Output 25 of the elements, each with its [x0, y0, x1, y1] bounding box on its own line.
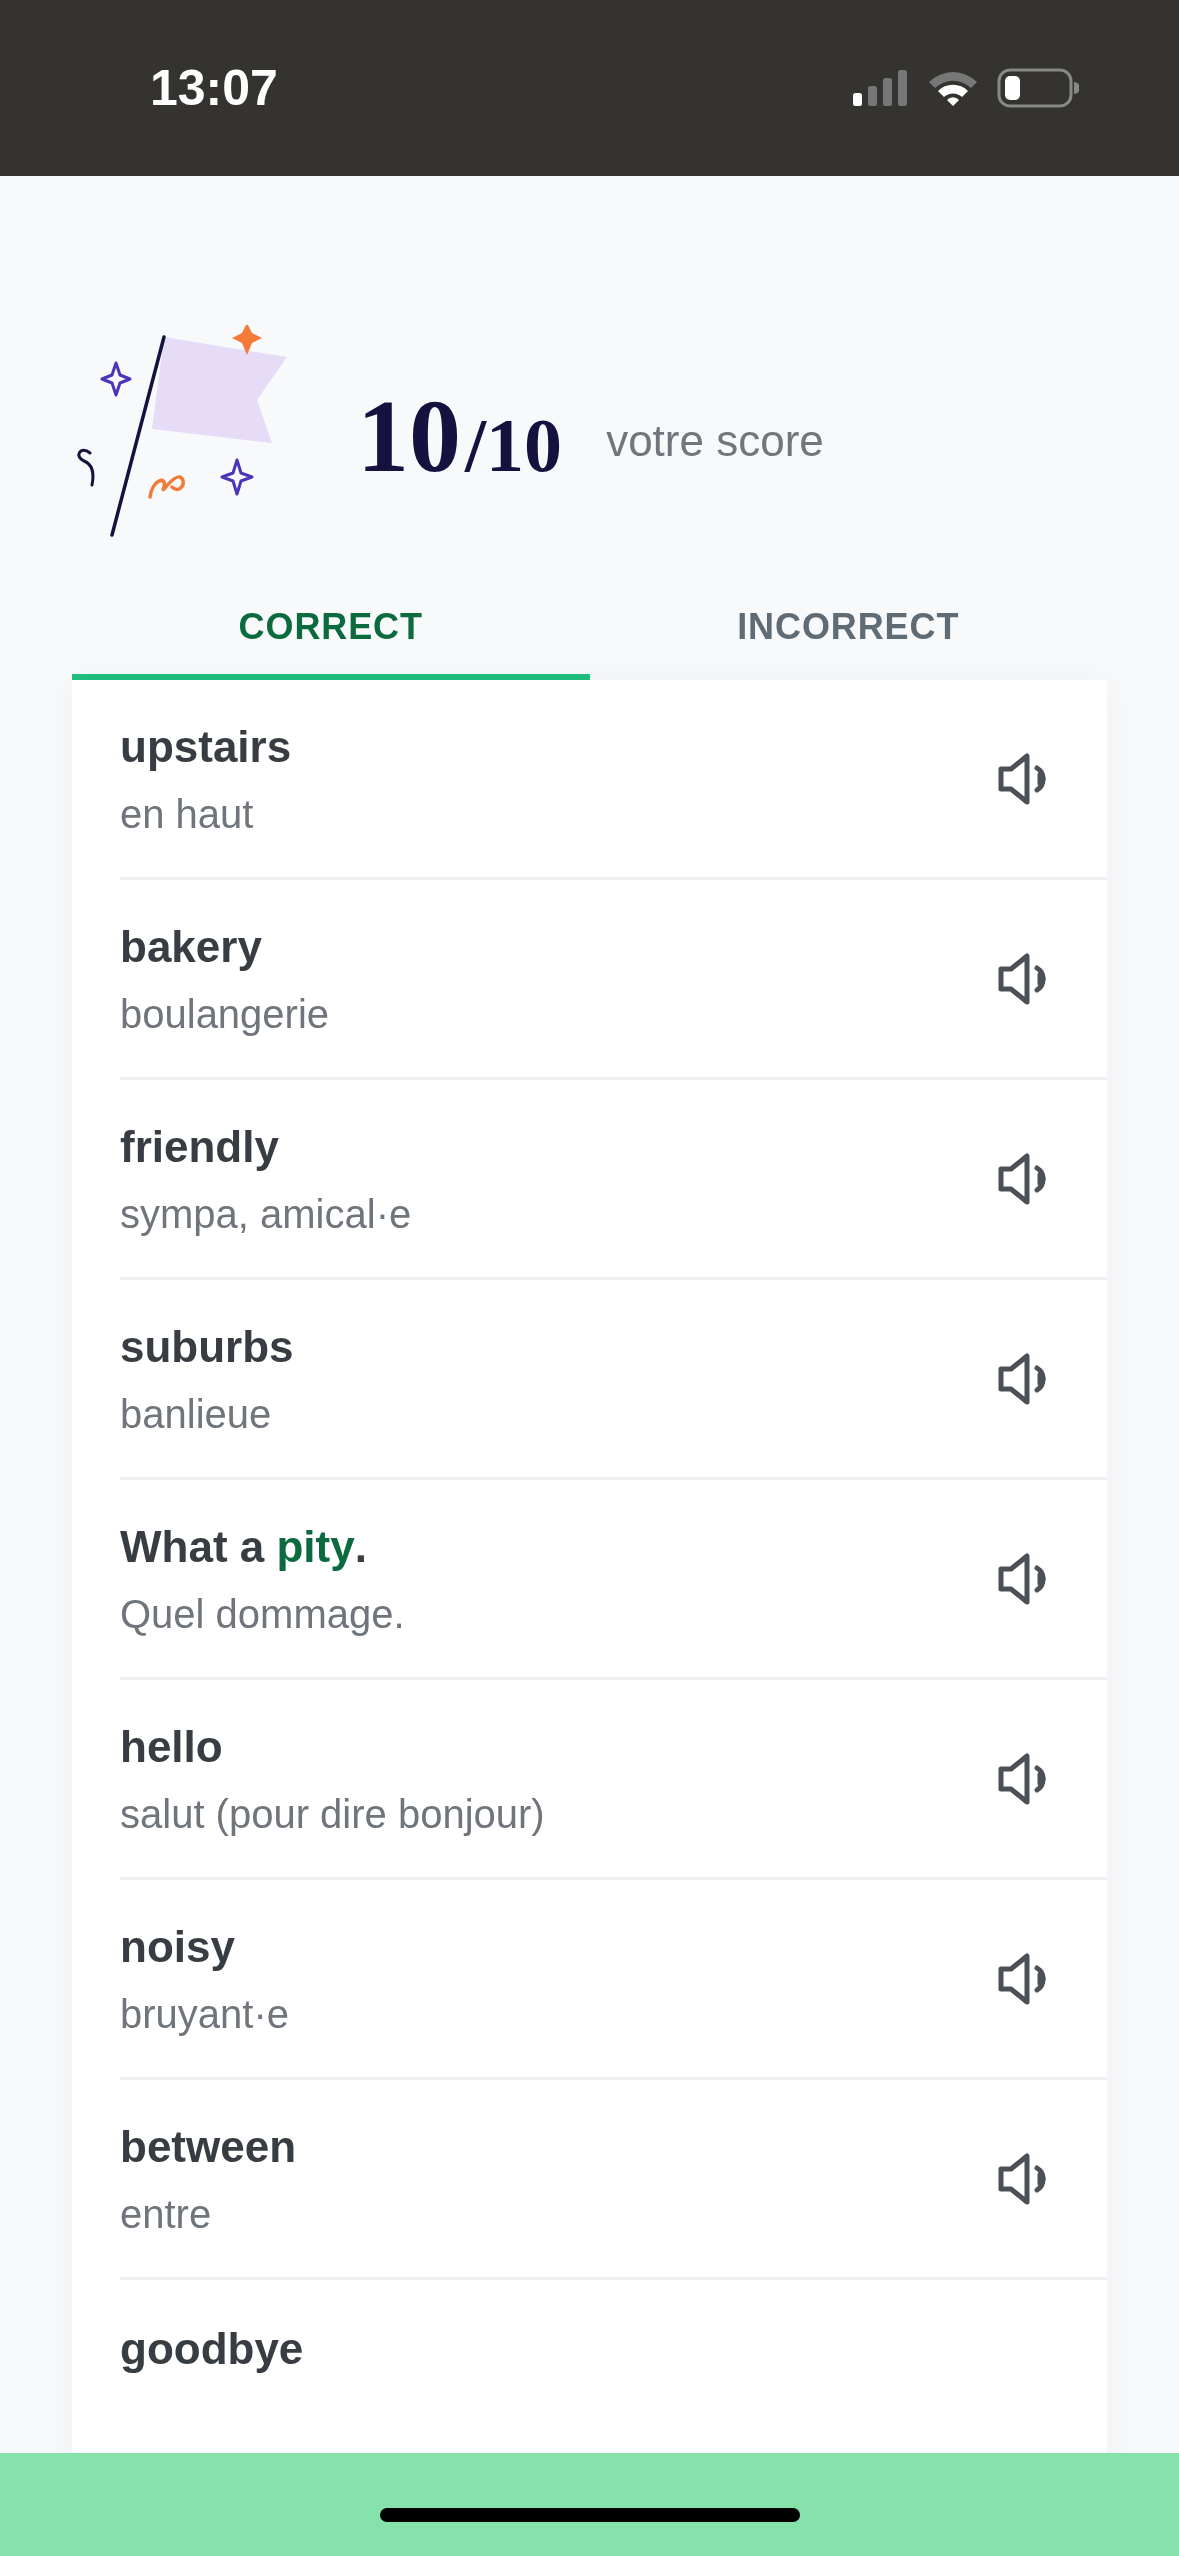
english-word: between [120, 2120, 297, 2173]
french-translation: boulangerie [120, 990, 330, 1038]
english-word: What a pity. [120, 1520, 368, 1573]
wifi-icon [927, 69, 979, 107]
french-translation: salut (pour dire bonjour) [120, 1790, 545, 1838]
english-word: bakery [120, 920, 263, 973]
score-total: /10 [465, 407, 563, 483]
battery-icon [997, 68, 1079, 108]
french-translation: bruyant·e [120, 1990, 289, 2038]
french-translation: sympa, amical·e [120, 1190, 412, 1238]
english-word: upstairs [120, 720, 292, 773]
french-translation: en haut [120, 790, 255, 838]
english-word: friendly [120, 1120, 280, 1173]
english-word: hello [120, 1720, 224, 1773]
french-translation: banlieue [120, 1390, 273, 1438]
score-value: 10 [357, 384, 461, 488]
english-word: suburbs [120, 1320, 294, 1373]
french-translation: Quel dommage. [120, 1590, 405, 1638]
english-word: noisy [120, 1920, 236, 1973]
score-label: votre score [606, 415, 824, 467]
signal-icon [853, 69, 909, 107]
english-word: goodbye [120, 2323, 304, 2375]
status-time: 13:07 [150, 58, 278, 118]
french-translation: entre [120, 2190, 213, 2238]
tab[interactable]: INCORRECT [589, 600, 1107, 680]
